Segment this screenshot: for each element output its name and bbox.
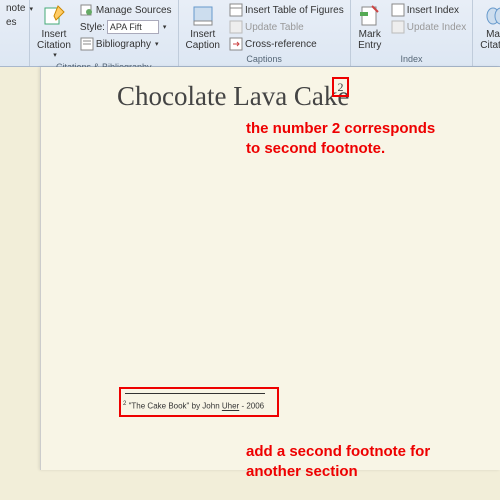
insert-table-figures-button[interactable]: Insert Table of Figures xyxy=(226,2,347,18)
insert-index-icon xyxy=(391,3,405,17)
bibliography-button[interactable]: Bibliography ▾ xyxy=(77,36,175,52)
bibliography-icon xyxy=(80,37,94,51)
insert-citation-label: Insert Citation xyxy=(37,29,71,51)
insert-caption-button[interactable]: Insert Caption xyxy=(182,2,224,53)
chevron-down-icon: ▾ xyxy=(163,23,167,31)
authorities-group: Mark Citation I Tabl xyxy=(473,0,500,66)
mark-entry-label: Mark Entry xyxy=(358,29,381,51)
citations-group: Insert Citation ▾ Manage Sources Style: … xyxy=(30,0,179,66)
mark-entry-icon xyxy=(358,4,382,28)
footnote-text: 2 "The Cake Book" by John Uher - 2006 xyxy=(123,401,264,411)
footnote-marker-highlight: 2 xyxy=(332,77,349,97)
insert-index-button[interactable]: Insert Index xyxy=(388,2,470,18)
ribbon: note▾ es Insert Citation ▾ Manage Source… xyxy=(0,0,500,67)
annotation-1: the number 2 corresponds to second footn… xyxy=(246,119,446,159)
authorities-group-label: Tabl xyxy=(476,53,500,65)
footnote-separator xyxy=(125,393,265,394)
chevron-down-icon: ▾ xyxy=(155,40,159,48)
mark-citation-label: Mark Citation xyxy=(480,29,500,51)
mark-entry-button[interactable]: Mark Entry xyxy=(354,2,386,53)
table-figures-icon xyxy=(229,3,243,17)
index-group: Mark Entry Insert Index Update Index Ind… xyxy=(351,0,474,66)
captions-group: Insert Caption Insert Table of Figures U… xyxy=(179,0,351,66)
mark-citation-button[interactable]: Mark Citation xyxy=(476,2,500,53)
index-group-label: Index xyxy=(354,53,470,65)
cross-reference-button[interactable]: Cross-reference xyxy=(226,36,347,52)
footnote-area-highlight: 2 "The Cake Book" by John Uher - 2006 xyxy=(119,387,279,417)
chevron-down-icon: ▾ xyxy=(53,51,57,59)
update-icon xyxy=(229,20,243,34)
cross-ref-icon xyxy=(229,37,243,51)
captions-group-label: Captions xyxy=(182,53,347,65)
annotation-2: add a second footnote for another sectio… xyxy=(246,442,466,482)
document-title: Chocolate Lava Cake xyxy=(117,81,349,112)
footnotes-group-partial: note▾ es xyxy=(0,0,30,66)
manage-sources-button[interactable]: Manage Sources xyxy=(77,2,175,18)
mark-citation-icon xyxy=(485,4,500,28)
document-area: Chocolate Lava Cake 2 2 "The Cake Book" … xyxy=(0,67,500,500)
insert-citation-button[interactable]: Insert Citation ▾ xyxy=(33,2,75,61)
caption-icon xyxy=(191,4,215,28)
style-value: APA Fift xyxy=(107,20,159,34)
update-index-button: Update Index xyxy=(388,19,470,35)
book-pencil-icon xyxy=(42,4,66,28)
sources-icon xyxy=(80,3,94,17)
update-table-button: Update Table xyxy=(226,19,347,35)
insert-caption-label: Insert Caption xyxy=(186,29,220,51)
style-dropdown[interactable]: Style: APA Fift ▾ xyxy=(77,19,175,35)
update-index-icon xyxy=(391,20,405,34)
